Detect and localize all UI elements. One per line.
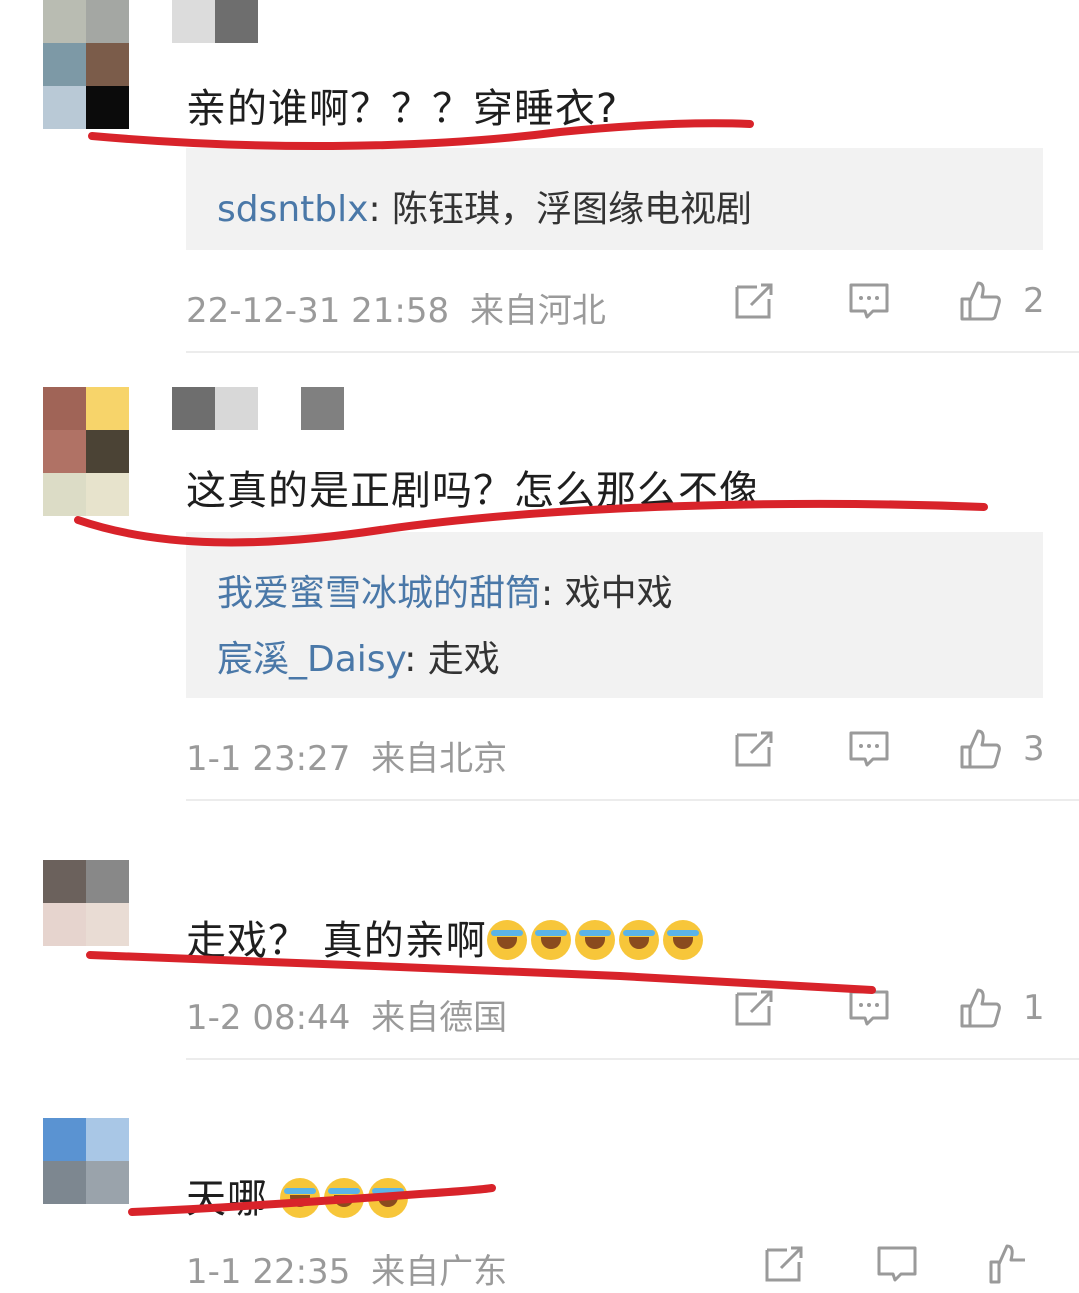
thumbs-up-icon[interactable] xyxy=(958,727,1002,771)
location: 来自北京 xyxy=(371,739,508,779)
laughing-crying-emoji-icon xyxy=(324,1178,364,1218)
avatar[interactable] xyxy=(43,860,129,946)
timestamp: 22-12-31 21:58 xyxy=(186,291,450,331)
timestamp: 1-1 22:35 xyxy=(186,1252,351,1292)
reply-item[interactable]: sdsntblx: 陈钰琪，浮图缘电视剧 xyxy=(217,180,752,232)
laughing-crying-emoji-icon xyxy=(280,1178,320,1218)
repost-icon[interactable] xyxy=(733,279,777,323)
action-bar: 1 xyxy=(733,986,1053,1034)
location: 来自德国 xyxy=(371,998,508,1038)
avatar[interactable] xyxy=(43,0,129,129)
like-count: 3 xyxy=(1023,729,1045,769)
avatar[interactable] xyxy=(43,1118,129,1204)
reply-item[interactable]: 宸溪_Daisy: 走戏 xyxy=(217,630,500,682)
action-bar: 2 xyxy=(733,279,1053,327)
thumbs-up-icon[interactable] xyxy=(958,279,1002,323)
username-blurred[interactable] xyxy=(172,387,344,430)
reply-content: : 走戏 xyxy=(404,639,500,680)
thumbs-up-icon[interactable] xyxy=(987,1242,1031,1286)
comment-text-content: 走戏？ 真的亲啊 xyxy=(186,918,487,964)
reply-username[interactable]: 宸溪_Daisy xyxy=(217,639,404,680)
comment-meta: 22-12-31 21:58 来自河北 xyxy=(186,283,606,332)
comment-text: 这真的是正剧吗？怎么那么不像 xyxy=(186,468,760,514)
laughing-crying-emoji-icon xyxy=(486,920,527,960)
reply-item[interactable]: 我爱蜜雪冰城的甜筒: 戏中戏 xyxy=(217,564,673,616)
action-bar xyxy=(733,1242,1053,1290)
avatar[interactable] xyxy=(43,387,129,516)
laughing-crying-emoji-icon xyxy=(530,920,571,960)
comment-text: 天哪 xyxy=(186,1166,412,1224)
timestamp: 1-2 08:44 xyxy=(186,998,351,1038)
divider xyxy=(186,1058,1079,1060)
comment-meta: 1-2 08:44 来自德国 xyxy=(186,990,507,1039)
reply-username[interactable]: 我爱蜜雪冰城的甜筒 xyxy=(217,573,541,614)
location: 来自河北 xyxy=(469,291,606,331)
comment-icon[interactable] xyxy=(847,986,891,1030)
comment-meta: 1-1 23:27 来自北京 xyxy=(186,731,507,780)
reply-username[interactable]: sdsntblx xyxy=(217,189,368,230)
reply-box[interactable]: 我爱蜜雪冰城的甜筒: 戏中戏 宸溪_Daisy: 走戏 xyxy=(186,532,1043,698)
emoji-group xyxy=(486,918,707,964)
like-count: 1 xyxy=(1023,988,1045,1028)
laughing-crying-emoji-icon xyxy=(662,920,703,960)
like-count: 2 xyxy=(1023,281,1045,321)
comment-icon[interactable] xyxy=(847,279,891,323)
repost-icon[interactable] xyxy=(733,727,777,771)
comment-text-content: 天哪 xyxy=(186,1176,268,1222)
thumbs-up-icon[interactable] xyxy=(958,986,1002,1030)
timestamp: 1-1 23:27 xyxy=(186,739,351,779)
comment-icon[interactable] xyxy=(875,1242,919,1286)
action-bar: 3 xyxy=(733,727,1053,775)
laughing-crying-emoji-icon xyxy=(618,920,659,960)
divider xyxy=(186,351,1079,353)
location: 来自广东 xyxy=(371,1252,508,1292)
comment-text: 走戏？ 真的亲啊 xyxy=(186,908,707,966)
repost-icon[interactable] xyxy=(763,1242,807,1286)
reply-content: : 戏中戏 xyxy=(541,573,673,614)
username-blurred[interactable] xyxy=(172,0,258,43)
reply-content: : 陈钰琪，浮图缘电视剧 xyxy=(368,189,753,230)
laughing-crying-emoji-icon xyxy=(368,1178,408,1218)
comment-text: 亲的谁啊？？？穿睡衣? xyxy=(186,86,619,132)
reply-box[interactable]: sdsntblx: 陈钰琪，浮图缘电视剧 xyxy=(186,148,1043,250)
repost-icon[interactable] xyxy=(733,986,777,1030)
comment-icon[interactable] xyxy=(847,727,891,771)
emoji-group xyxy=(280,1176,412,1222)
laughing-crying-emoji-icon xyxy=(574,920,615,960)
divider xyxy=(186,799,1079,801)
